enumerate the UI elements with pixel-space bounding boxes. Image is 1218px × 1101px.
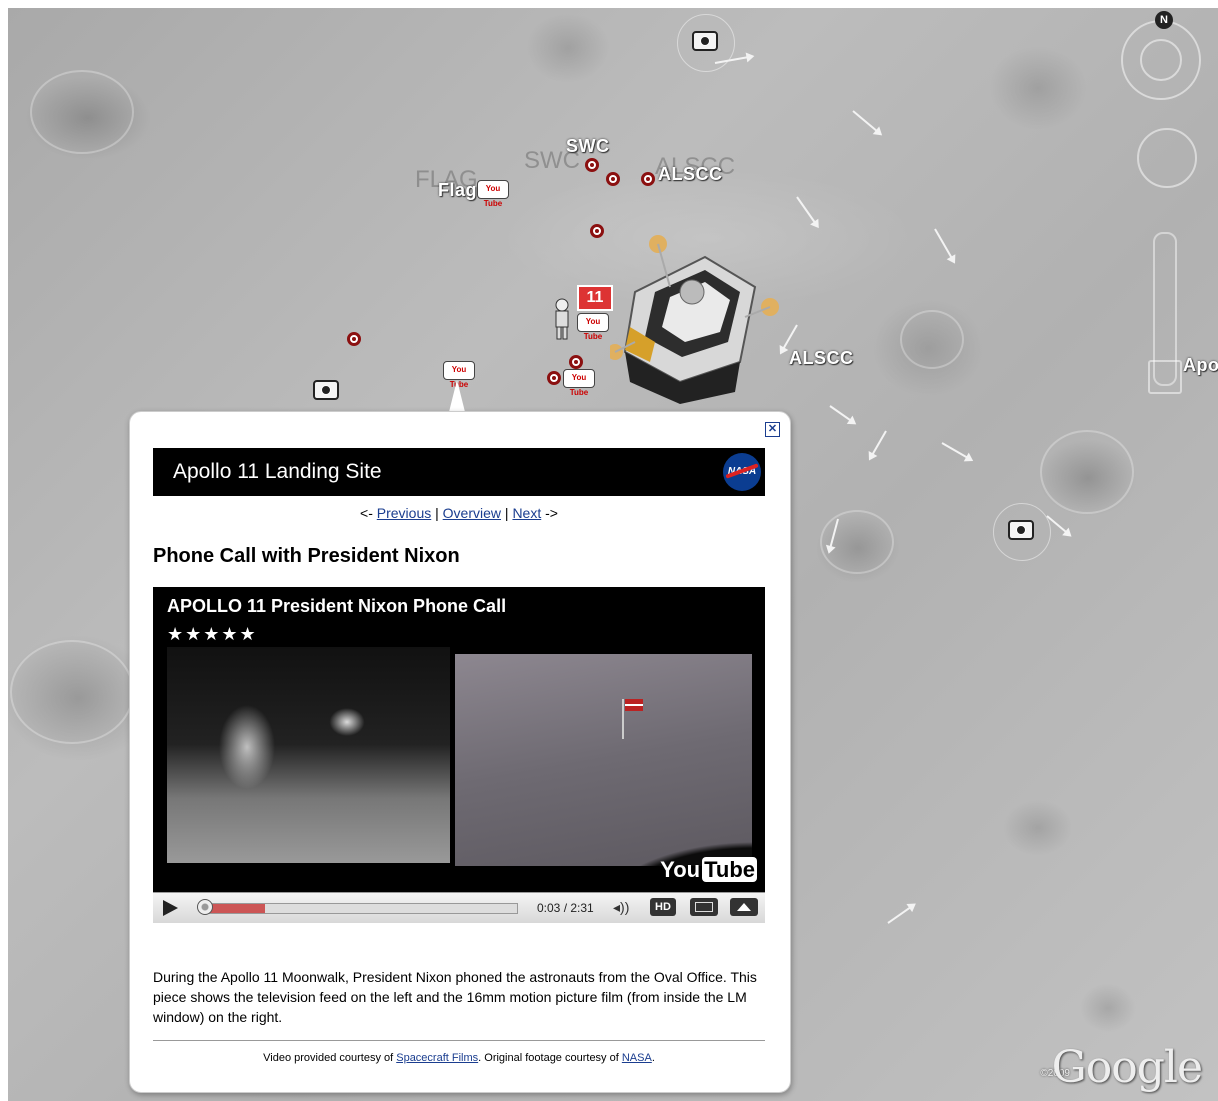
info-balloon: ✕ Apollo 11 Landing Site NASA <- Previou…: [129, 411, 791, 1093]
balloon-header: Apollo 11 Landing Site NASA: [153, 448, 765, 496]
crater-rim: [900, 310, 964, 369]
street-view-pegman-icon[interactable]: [1148, 360, 1182, 394]
previous-link[interactable]: Previous: [377, 505, 431, 521]
prev-arrow-text: <-: [360, 505, 377, 521]
widescreen-button[interactable]: [690, 898, 718, 916]
google-logo: Google: [1051, 1042, 1203, 1093]
map-label-alscc-top[interactable]: ALSCC: [658, 164, 723, 185]
astronaut-icon[interactable]: [553, 298, 571, 340]
youtube-marker-icon[interactable]: You Tube: [577, 313, 609, 341]
map-label-apollo-edge[interactable]: Apo: [1183, 355, 1218, 376]
us-flag-icon: [622, 699, 643, 739]
credit-suffix: .: [651, 1052, 655, 1064]
balloon-nav: <- Previous | Overview | Next ->: [153, 505, 765, 521]
youtube-marker-icon[interactable]: You Tube: [477, 180, 509, 208]
compass-north-icon[interactable]: N: [1155, 11, 1173, 29]
nasa-logo: NASA: [723, 453, 761, 491]
map-label-flag[interactable]: Flag: [438, 180, 477, 201]
site-marker[interactable]: [347, 332, 361, 346]
move-control[interactable]: [1137, 128, 1197, 188]
credit-middle: . Original footage courtesy of: [478, 1052, 622, 1064]
tv-feed-frame: [167, 647, 450, 863]
nasa-link[interactable]: NASA: [622, 1052, 652, 1064]
description-text: During the Apollo 11 Moonwalk, President…: [153, 969, 757, 1025]
credit-text: Video provided courtesy of Spacecraft Fi…: [153, 1052, 765, 1064]
site-marker[interactable]: [641, 172, 655, 186]
spacecraft-films-link[interactable]: Spacecraft Films: [396, 1052, 478, 1064]
video-controls: 0:03 / 2:31 ◂)) HD: [153, 892, 765, 923]
map-label-alscc-right[interactable]: ALSCC: [789, 348, 854, 369]
time-display: 0:03 / 2:31: [537, 901, 594, 915]
crater-rim: [10, 640, 134, 744]
youtube-marker-icon[interactable]: You Tube: [443, 361, 475, 389]
divider: [153, 1040, 765, 1041]
nav-separator: |: [431, 505, 443, 521]
video-player[interactable]: APOLLO 11 President Nixon Phone Call ★★★…: [153, 587, 765, 923]
next-link[interactable]: Next: [512, 505, 541, 521]
next-arrow-text: ->: [541, 505, 558, 521]
video-title[interactable]: APOLLO 11 President Nixon Phone Call: [167, 596, 506, 617]
site-marker[interactable]: [547, 371, 561, 385]
hd-button[interactable]: HD: [650, 898, 676, 916]
youtube-logo-you: You: [660, 857, 701, 882]
site-marker[interactable]: [569, 355, 583, 369]
youtube-marker-icon[interactable]: You Tube: [563, 369, 595, 397]
look-control-inner[interactable]: [1140, 39, 1182, 81]
mission-number-badge[interactable]: 11: [577, 285, 613, 311]
rating-stars: ★★★★★: [167, 624, 258, 644]
site-marker[interactable]: [606, 172, 620, 186]
youtube-logo[interactable]: You Tube: [660, 857, 757, 883]
progress-bar[interactable]: [197, 899, 518, 915]
crater-rim: [30, 70, 134, 154]
camera-icon[interactable]: [692, 31, 718, 51]
balloon-tail: [449, 380, 465, 412]
camera-icon[interactable]: [1008, 520, 1034, 540]
credit-prefix: Video provided courtesy of: [263, 1052, 397, 1064]
volume-icon[interactable]: ◂)): [613, 899, 633, 917]
balloon-header-title: Apollo 11 Landing Site: [173, 460, 382, 483]
fullscreen-button[interactable]: [730, 898, 758, 916]
play-button[interactable]: [163, 900, 178, 916]
progress-knob[interactable]: [197, 899, 213, 915]
overview-link[interactable]: Overview: [443, 505, 501, 521]
section-title: Phone Call with President Nixon: [153, 545, 460, 567]
nav-separator: |: [501, 505, 513, 521]
camera-icon[interactable]: [313, 380, 339, 400]
close-icon[interactable]: ✕: [765, 422, 780, 437]
lunar-module-model[interactable]: [607, 232, 780, 407]
film-frame: [455, 654, 752, 866]
site-marker[interactable]: [585, 158, 599, 172]
youtube-logo-tube: Tube: [702, 857, 757, 882]
crater-rim: [1040, 430, 1134, 514]
site-marker[interactable]: [590, 224, 604, 238]
map-label-swc[interactable]: SWC: [566, 136, 610, 157]
